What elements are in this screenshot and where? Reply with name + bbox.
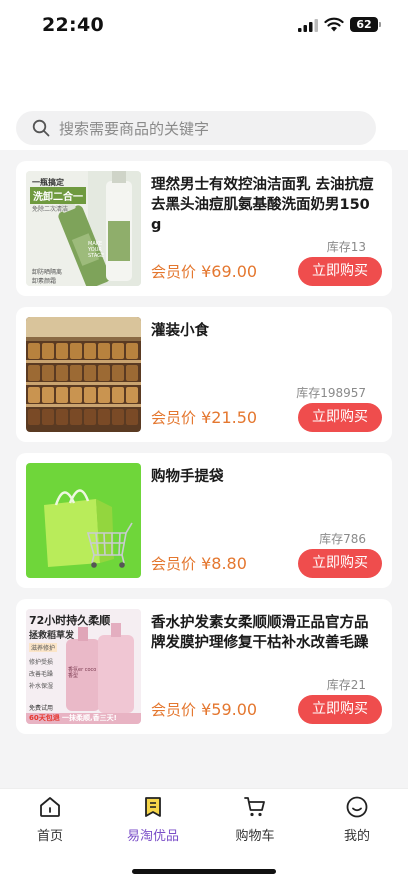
home-indicator: [132, 869, 276, 874]
buy-now-button[interactable]: 立即购买: [298, 257, 382, 286]
battery-tip: [379, 22, 381, 27]
product-card[interactable]: 灌装小食 库存198957 会员价 ¥21.50 立即购买: [16, 307, 392, 442]
product-image[interactable]: [26, 317, 141, 432]
product-price: 会员价 ¥21.50: [151, 407, 257, 428]
image-caption: 滋养修护: [29, 643, 58, 652]
search-icon: [32, 119, 50, 137]
product-stock: 库存786: [319, 532, 366, 546]
tab-label: 首页: [36, 829, 63, 844]
product-price: 会员价 ¥69.00: [151, 261, 257, 282]
tab-label: 我的: [343, 829, 370, 844]
product-image[interactable]: 一瓶搞定 洗卸二合一 免除二次清洁 卸防晒隔离 卸素颜霜 MAKE YOUR S…: [26, 171, 141, 286]
product-title[interactable]: 灌装小食: [151, 321, 379, 341]
image-caption: 72小时持久柔顺: [29, 614, 111, 627]
search-input[interactable]: 搜索需要商品的关键字: [16, 111, 376, 145]
price-label: 会员价: [151, 701, 197, 719]
price-value: ¥59.00: [201, 700, 258, 719]
price-value: ¥8.80: [201, 554, 247, 573]
price-label: 会员价: [151, 555, 197, 573]
product-card[interactable]: 72小时持久柔顺 拯救稻草发 滋养修护 修护受损 改善毛躁 补水保湿 香氛er …: [16, 599, 392, 734]
product-price: 会员价 ¥59.00: [151, 699, 257, 720]
image-caption: 免费试用: [29, 705, 54, 712]
image-caption: 一抹柔顺,香三天!: [62, 714, 117, 722]
buy-now-button[interactable]: 立即购买: [298, 403, 382, 432]
product-stock: 库存198957: [296, 386, 366, 400]
smile-icon: [346, 796, 368, 818]
search-placeholder: 搜索需要商品的关键字: [59, 120, 210, 138]
price-label: 会员价: [151, 409, 197, 427]
image-caption: 补水保湿: [29, 683, 54, 690]
product-image[interactable]: 72小时持久柔顺 拯救稻草发 滋养修护 修护受损 改善毛躁 补水保湿 香氛er …: [26, 609, 141, 724]
wifi-icon: [324, 17, 344, 32]
image-caption: 60天包退: [29, 714, 60, 722]
image-caption: 洗卸二合一: [30, 187, 86, 204]
product-stock: 库存13: [326, 240, 366, 254]
product-card[interactable]: 一瓶搞定 洗卸二合一 免除二次清洁 卸防晒隔离 卸素颜霜 MAKE YOUR S…: [16, 161, 392, 296]
price-value: ¥69.00: [201, 262, 258, 281]
tab-label: 购物车: [235, 829, 275, 844]
tab-yitao-youpin[interactable]: 易淘优品: [113, 795, 193, 844]
buy-now-button[interactable]: 立即购买: [298, 549, 382, 578]
image-caption: 免除二次清洁: [32, 206, 69, 213]
image-caption: 卸防晒隔离: [32, 269, 63, 276]
product-title[interactable]: 购物手提袋: [151, 467, 379, 487]
product-card[interactable]: 购物手提袋 库存786 会员价 ¥8.80 立即购买: [16, 453, 392, 588]
product-price: 会员价 ¥8.80: [151, 553, 247, 574]
buy-now-button[interactable]: 立即购买: [298, 695, 382, 724]
bookmark-icon: [145, 797, 161, 817]
price-value: ¥21.50: [201, 408, 258, 427]
tab-home[interactable]: 首页: [10, 795, 90, 844]
tab-cart[interactable]: 购物车: [215, 795, 295, 844]
product-title[interactable]: 香水护发素女柔顺顺滑正品官方品牌发膜护理修复干枯补水改善毛躁: [151, 613, 379, 653]
home-icon: [40, 797, 60, 817]
cellular-signal-icon: [298, 19, 318, 32]
image-caption: 香氛er coco香型: [68, 667, 97, 679]
image-caption: 修护受损: [29, 659, 54, 666]
image-caption: 卸素颜霜: [32, 278, 57, 285]
cart-icon: [244, 797, 265, 817]
battery-indicator: 62: [350, 17, 378, 32]
product-stock: 库存21: [326, 678, 366, 692]
tab-label: 易淘优品: [126, 829, 179, 844]
image-caption: 拯救稻草发: [29, 631, 75, 641]
status-time: 22:40: [42, 14, 104, 36]
status-bar: 22:40 62: [0, 0, 408, 56]
product-image[interactable]: [26, 463, 141, 578]
image-caption: MAKE YOUR STAGE: [88, 241, 105, 259]
tab-mine[interactable]: 我的: [317, 795, 397, 844]
image-caption: 改善毛躁: [29, 671, 54, 678]
price-label: 会员价: [151, 263, 197, 281]
product-title[interactable]: 理然男士有效控油洁面乳 去油抗痘去黑头油痘肌氨基酸洗面奶男150g: [151, 175, 379, 235]
